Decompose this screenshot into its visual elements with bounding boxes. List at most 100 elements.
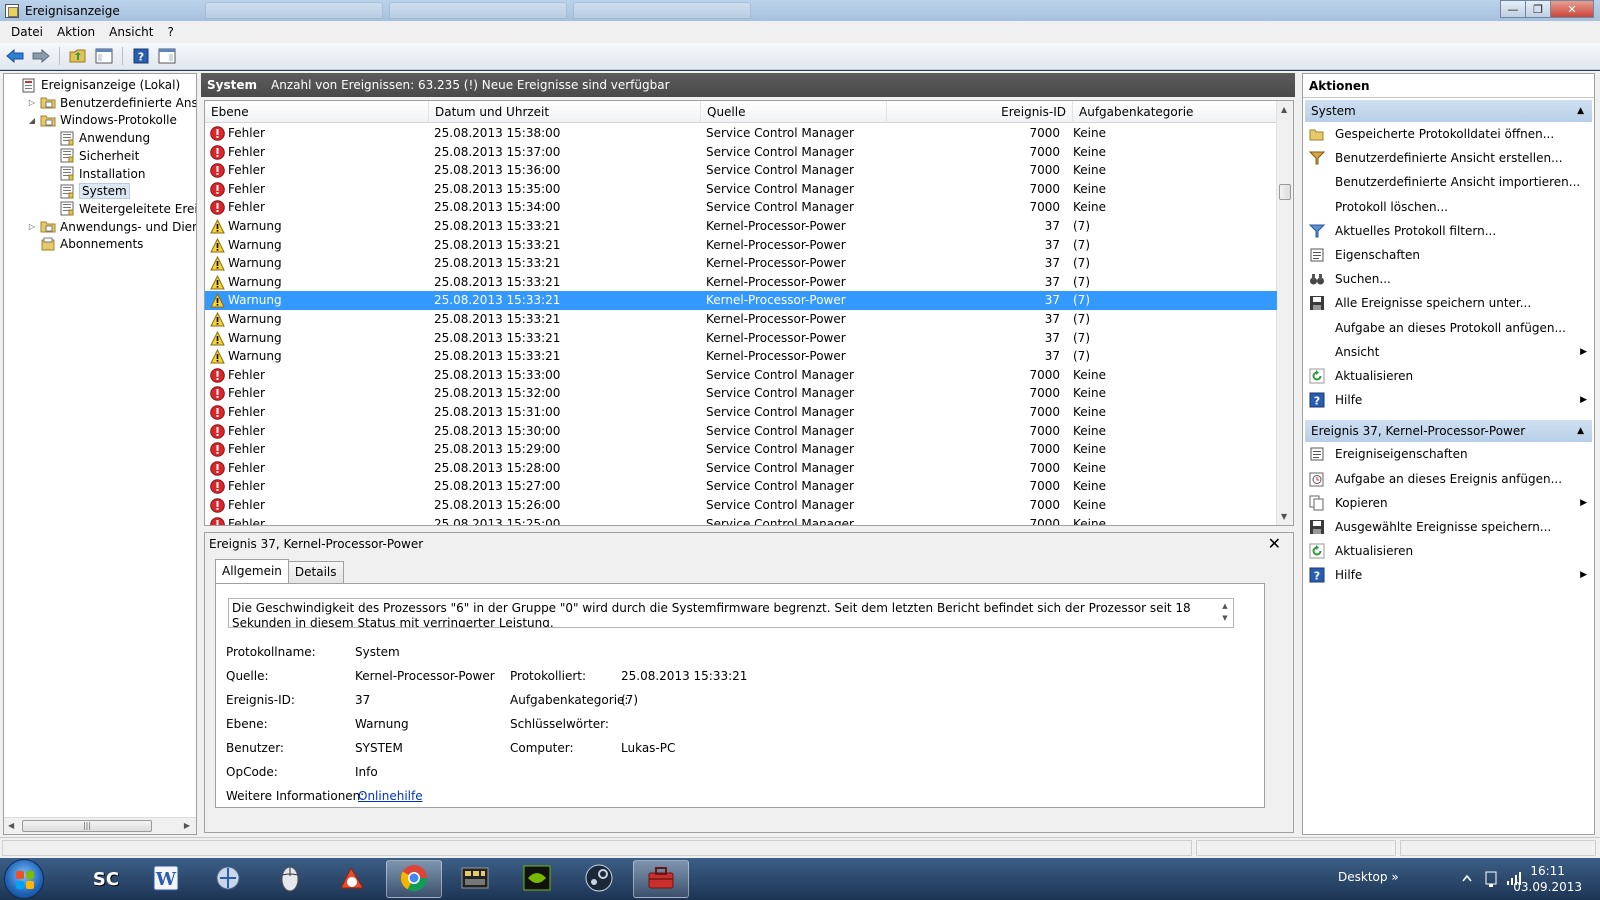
show-hide-tree-button[interactable] xyxy=(93,46,115,66)
value-protokollname[interactable]: System xyxy=(355,645,400,659)
tree-item[interactable]: ▷ Benutzerdefinierte Ansichten xyxy=(27,94,196,112)
tree-item[interactable]: Ereignisanzeige (Lokal) xyxy=(8,76,180,94)
value-protokolliert[interactable]: 25.08.2013 15:33:21 xyxy=(621,669,747,683)
taskbar-button[interactable] xyxy=(386,860,442,898)
taskbar-button[interactable] xyxy=(571,860,627,898)
action-item[interactable]: Suchen... xyxy=(1309,269,1591,289)
maximize-button[interactable]: ❐ xyxy=(1525,0,1551,18)
taskbar-button[interactable] xyxy=(200,860,256,898)
event-row[interactable]: Fehler 25.08.2013 15:32:00 Service Control… xyxy=(205,384,1277,403)
tree-item[interactable]: Weitergeleitete Ereignisse xyxy=(46,200,196,218)
action-item[interactable]: Alle Ereignisse speichern unter... xyxy=(1309,293,1591,313)
event-row[interactable]: Fehler 25.08.2013 15:28:00 Service Control… xyxy=(205,459,1277,478)
column-quelle[interactable]: Quelle xyxy=(701,101,887,123)
action-item[interactable]: Protokoll löschen... xyxy=(1309,197,1591,217)
action-item[interactable]: Kopieren ▶ xyxy=(1309,493,1591,513)
actions-section-header[interactable]: Ereignis 37, Kernel-Processor-Power ▲ xyxy=(1305,420,1592,443)
action-item[interactable]: Aktualisieren xyxy=(1309,366,1591,386)
event-row[interactable]: Warnung 25.08.2013 15:33:21 Kernel-Process… xyxy=(205,273,1277,292)
tree-item[interactable]: ◢ Windows-Protokolle xyxy=(27,111,177,129)
detail-close-button[interactable]: ✕ xyxy=(1268,534,1281,553)
tree-item[interactable]: Abonnements xyxy=(27,235,143,253)
minimize-button[interactable]: — xyxy=(1500,0,1526,18)
taskbar-button[interactable] xyxy=(447,860,503,898)
menu-ansicht[interactable]: Ansicht xyxy=(102,25,160,39)
action-item[interactable]: Gespeicherte Protokolldatei öffnen... xyxy=(1309,124,1591,144)
event-row[interactable]: Fehler 25.08.2013 15:38:00 Service Control… xyxy=(205,124,1277,143)
event-description[interactable]: Die Geschwindigkeit des Prozessors "6" i… xyxy=(228,598,1234,628)
event-row[interactable]: Warnung 25.08.2013 15:33:21 Kernel-Process… xyxy=(205,254,1277,273)
taskbar-button[interactable] xyxy=(324,860,380,898)
menu-aktion[interactable]: Aktion xyxy=(50,25,102,39)
tree-item[interactable]: System xyxy=(46,182,130,200)
taskbar-button[interactable]: SC xyxy=(78,860,134,898)
action-item[interactable]: ? Hilfe ▶ xyxy=(1309,390,1591,410)
forward-button[interactable] xyxy=(30,46,52,66)
actions-section-header[interactable]: System ▲ xyxy=(1305,100,1592,122)
event-row[interactable]: Warnung 25.08.2013 15:33:21 Kernel-Process… xyxy=(205,217,1277,236)
scroll-thumb[interactable]: ||| xyxy=(22,820,152,832)
event-row[interactable]: Warnung 25.08.2013 15:33:21 Kernel-Process… xyxy=(205,291,1277,311)
event-row[interactable]: Warnung 25.08.2013 15:33:21 Kernel-Process… xyxy=(205,310,1277,329)
tree-item[interactable]: ▷ Anwendungs- und Dienstprotokolle xyxy=(27,218,196,236)
collapse-icon[interactable]: ▲ xyxy=(1577,100,1584,122)
event-row[interactable]: Fehler 25.08.2013 15:33:00 Service Control… xyxy=(205,366,1277,385)
close-button[interactable]: ✕ xyxy=(1550,0,1594,18)
scroll-down-icon[interactable]: ▼ xyxy=(1281,512,1287,521)
event-row[interactable]: Fehler 25.08.2013 15:34:00 Service Control… xyxy=(205,198,1277,217)
tray-arrow-icon[interactable] xyxy=(1460,872,1474,886)
event-row[interactable]: Fehler 25.08.2013 15:31:00 Service Control… xyxy=(205,403,1277,422)
event-row[interactable]: Fehler 25.08.2013 15:29:00 Service Control… xyxy=(205,440,1277,459)
event-list-scrollbar[interactable]: ▲ ▼ xyxy=(1276,101,1293,525)
tree-horizontal-scrollbar[interactable]: ◀ ||| ▶ xyxy=(4,817,196,834)
event-row[interactable]: Fehler 25.08.2013 15:36:00 Service Control… xyxy=(205,161,1277,180)
action-item[interactable]: Ausgewählte Ereignisse speichern... xyxy=(1309,517,1591,537)
expand-toggle-icon[interactable]: ▷ xyxy=(27,222,37,231)
taskbar-button[interactable] xyxy=(633,860,689,898)
action-item[interactable]: Aktuelles Protokoll filtern... xyxy=(1309,221,1591,241)
event-row[interactable]: Fehler 25.08.2013 15:25:00 Service Control… xyxy=(205,515,1277,525)
show-hide-action-pane-button[interactable] xyxy=(156,46,178,66)
clock[interactable]: 16:11 03.09.2013 xyxy=(1513,863,1582,895)
help-button[interactable]: ? xyxy=(130,46,152,66)
up-folder-button[interactable] xyxy=(67,46,89,66)
tree-item[interactable]: Anwendung xyxy=(46,129,150,147)
scroll-left-icon[interactable]: ◀ xyxy=(8,821,14,830)
scroll-right-icon[interactable]: ▶ xyxy=(184,821,190,830)
desktop-toolbar-label[interactable]: Desktop » xyxy=(1338,870,1399,884)
scroll-thumb[interactable] xyxy=(1279,184,1291,200)
value-ereignis-id[interactable]: 37 xyxy=(355,693,370,707)
action-item[interactable]: Benutzerdefinierte Ansicht erstellen... xyxy=(1309,148,1591,168)
event-row[interactable]: Fehler 25.08.2013 15:30:00 Service Control… xyxy=(205,422,1277,441)
event-row[interactable]: Warnung 25.08.2013 15:33:21 Kernel-Process… xyxy=(205,329,1277,348)
value-aufgabenkategorie[interactable]: (7) xyxy=(621,693,638,707)
event-row[interactable]: Warnung 25.08.2013 15:33:21 Kernel-Process… xyxy=(205,236,1277,255)
expand-toggle-icon[interactable]: ◢ xyxy=(27,116,37,125)
column-datum[interactable]: Datum und Uhrzeit xyxy=(429,101,701,123)
action-item[interactable]: Ereigniseigenschaften xyxy=(1309,444,1591,464)
column-ebene[interactable]: Ebene xyxy=(205,101,429,123)
scroll-up-icon[interactable]: ▲ xyxy=(1281,105,1287,114)
collapse-icon[interactable]: ▲ xyxy=(1577,420,1584,442)
menu-help[interactable]: ? xyxy=(160,25,180,39)
action-item[interactable]: Benutzerdefinierte Ansicht importieren..… xyxy=(1309,172,1591,192)
tree-item[interactable]: Installation xyxy=(46,165,145,183)
taskbar-button[interactable]: W xyxy=(138,860,194,898)
menu-datei[interactable]: Datei xyxy=(4,25,50,39)
value-quelle[interactable]: Kernel-Processor-Power xyxy=(355,669,495,683)
action-item[interactable]: Aktualisieren xyxy=(1309,541,1591,561)
event-row[interactable]: Fehler 25.08.2013 15:35:00 Service Control… xyxy=(205,180,1277,199)
description-scrollbar[interactable]: ▲ ▼ xyxy=(1218,600,1232,627)
column-aufgabenkategorie[interactable]: Aufgabenkategorie xyxy=(1073,101,1277,123)
tree-item[interactable]: Sicherheit xyxy=(46,147,139,165)
event-row[interactable]: Warnung 25.08.2013 15:33:21 Kernel-Process… xyxy=(205,347,1277,366)
value-computer[interactable]: Lukas-PC xyxy=(621,741,675,755)
action-item[interactable]: ? Hilfe ▶ xyxy=(1309,565,1591,585)
expand-toggle-icon[interactable]: ▷ xyxy=(27,98,37,107)
taskbar-button[interactable] xyxy=(509,860,565,898)
start-button[interactable] xyxy=(4,859,44,899)
taskbar-button[interactable] xyxy=(262,860,318,898)
column-ereignis-id[interactable]: Ereignis-ID xyxy=(887,101,1073,123)
tab-allgemein[interactable]: Allgemein xyxy=(215,559,289,583)
network-tray-icon[interactable] xyxy=(1484,870,1500,888)
